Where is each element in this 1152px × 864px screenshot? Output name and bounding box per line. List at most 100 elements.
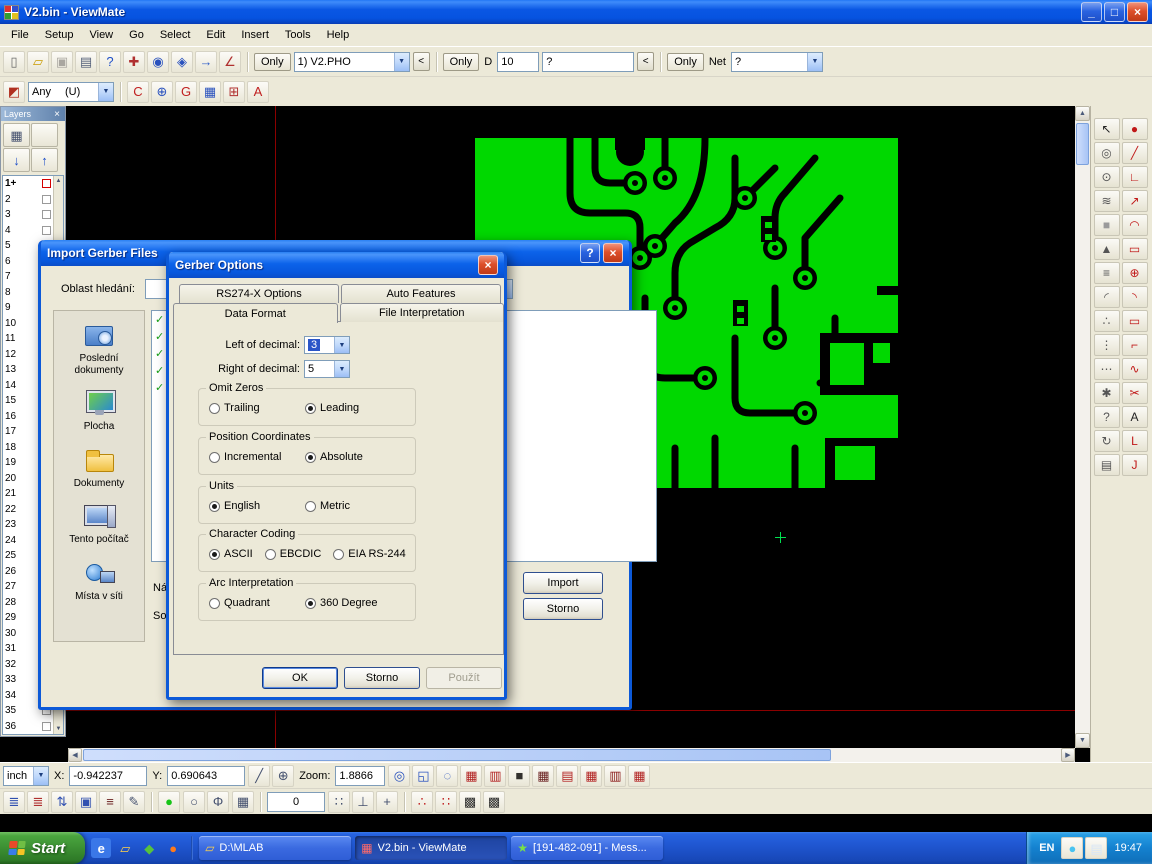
aperture-pattern-icon-3[interactable]: ▩ xyxy=(459,791,481,813)
rotate-left-icon[interactable]: ◜ xyxy=(1094,286,1120,308)
layers-edit-icon[interactable]: ✎ xyxy=(123,791,145,813)
chevron-down-icon[interactable]: ▼ xyxy=(98,83,113,101)
open-folder-icon[interactable]: ▱ xyxy=(27,51,49,73)
menu-help[interactable]: Help xyxy=(319,26,358,44)
arc-ccw-icon[interactable]: ◝ xyxy=(1122,286,1148,308)
layer-swatch[interactable] xyxy=(42,226,51,235)
layer-up-icon[interactable]: ↑ xyxy=(31,148,58,172)
tab-file-interpretation[interactable]: File Interpretation xyxy=(340,303,505,322)
set-origin-icon[interactable]: ⊕ xyxy=(272,765,294,787)
tray-input-icon[interactable]: ▤ xyxy=(1085,837,1107,859)
tab-rs274-x-options[interactable]: RS274-X Options xyxy=(179,284,339,303)
save-icon[interactable]: ▣ xyxy=(51,51,73,73)
anchor-icon-2[interactable]: + xyxy=(376,791,398,813)
radio-eia-rs-244[interactable]: EIA RS-244 xyxy=(333,548,405,560)
titlebar[interactable]: V2.bin - ViewMate _ □ × xyxy=(0,0,1152,24)
trace-stack-icon[interactable]: ≋ xyxy=(1094,190,1120,212)
import-close-button[interactable]: × xyxy=(603,243,623,263)
aperture-text-icon[interactable]: A xyxy=(247,81,269,103)
scroll-right-button[interactable]: ▶ xyxy=(1061,748,1075,762)
navigate-icon[interactable]: → xyxy=(195,51,217,73)
menu-edit[interactable]: Edit xyxy=(198,26,233,44)
stitch-tool-icon[interactable]: ⋯ xyxy=(1094,358,1120,380)
circle-target-icon[interactable]: ⊕ xyxy=(1122,262,1148,284)
select-cursor-icon[interactable]: ↖ xyxy=(1094,118,1120,140)
menu-insert[interactable]: Insert xyxy=(233,26,277,44)
layer-row[interactable]: 3 xyxy=(3,207,53,223)
close-button[interactable]: × xyxy=(1127,2,1148,22)
snap-grid-icon[interactable]: ∷ xyxy=(328,791,350,813)
language-indicator[interactable]: EN xyxy=(1039,842,1054,854)
scroll-up-button[interactable]: ▲ xyxy=(1075,106,1090,121)
notch-tool-icon[interactable]: L xyxy=(1122,430,1148,452)
layers-merge-icon[interactable]: ≡ xyxy=(99,791,121,813)
probe-icon-1[interactable]: ○ xyxy=(183,791,205,813)
scroll-down-button[interactable]: ▼ xyxy=(1075,733,1090,748)
locate-aperture-icon[interactable]: ⊕ xyxy=(151,81,173,103)
mirror-tool-icon[interactable]: ▲ xyxy=(1094,238,1120,260)
pad-grid-icon-2[interactable]: ▥ xyxy=(484,765,506,787)
radio-ascii[interactable]: ASCII xyxy=(209,548,253,560)
task-d-mlab[interactable]: ▱D:\MLAB xyxy=(199,836,351,860)
help-button[interactable]: ? xyxy=(580,243,600,263)
aperture-pattern-icon-1[interactable]: ∴ xyxy=(411,791,433,813)
horizontal-scroll-thumb[interactable] xyxy=(83,749,831,761)
layer-row[interactable]: 1+ xyxy=(3,176,53,192)
scale-tool-icon[interactable]: ∴ xyxy=(1094,310,1120,332)
redraw-icon[interactable]: ✚ xyxy=(123,51,145,73)
hook-tool-icon[interactable]: J xyxy=(1122,454,1148,476)
horizontal-scrollbar[interactable]: ◀ ▶ xyxy=(68,748,1075,762)
rect-tool-icon[interactable]: ▭ xyxy=(1122,238,1148,260)
circle-aperture-icon[interactable]: C xyxy=(127,81,149,103)
vertical-scroll-thumb[interactable] xyxy=(1076,123,1089,165)
start-button[interactable]: Start xyxy=(0,832,85,864)
radio-absolute[interactable]: Absolute xyxy=(305,451,363,463)
explorer-quicklaunch-icon[interactable]: ▱ xyxy=(115,838,135,858)
layers-copy-icon[interactable]: ▣ xyxy=(75,791,97,813)
pad-tool-icon[interactable]: ● xyxy=(1122,118,1148,140)
layers-stack-icon[interactable]: ≣ xyxy=(3,791,25,813)
units-combo[interactable]: inch ▼ xyxy=(3,766,49,786)
scroll-left-button[interactable]: ◀ xyxy=(68,748,82,762)
scroll-down-icon[interactable]: ▼ xyxy=(56,724,62,734)
task-v2-bin-viewmate[interactable]: ▦V2.bin - ViewMate xyxy=(355,836,507,860)
menu-setup[interactable]: Setup xyxy=(37,26,82,44)
layer-swatch[interactable] xyxy=(42,722,51,731)
browser-quicklaunch-icon[interactable]: ● xyxy=(163,838,183,858)
place-dokumenty[interactable]: Dokumenty xyxy=(54,436,144,493)
status-light-icon[interactable]: ● xyxy=(158,791,180,813)
radio-trailing[interactable]: Trailing xyxy=(209,402,293,414)
anchor-icon-1[interactable]: ⊥ xyxy=(352,791,374,813)
menu-file[interactable]: File xyxy=(3,26,37,44)
vector-tool-icon[interactable]: ↗ xyxy=(1122,190,1148,212)
aperture-pattern-icon-2[interactable]: ∷ xyxy=(435,791,457,813)
prev-dcode-button[interactable]: < xyxy=(637,52,654,71)
layer-swatch[interactable] xyxy=(42,179,51,188)
pad-grid-icon-1[interactable]: ▦ xyxy=(460,765,482,787)
place-posledn-dokumenty[interactable]: Poslední dokumenty xyxy=(54,311,144,379)
layer-blank-icon[interactable] xyxy=(31,123,58,147)
radio-incremental[interactable]: Incremental xyxy=(209,451,293,463)
query-tool-icon[interactable]: ? xyxy=(1094,406,1120,428)
ie-quicklaunch-icon[interactable]: e xyxy=(91,838,111,858)
radio-360-degree[interactable]: 360 Degree xyxy=(305,597,378,609)
settings-tool-icon[interactable]: ✱ xyxy=(1094,382,1120,404)
layer-swatch[interactable] xyxy=(42,210,51,219)
zoom-point-icon[interactable]: ◎ xyxy=(388,765,410,787)
net-combo[interactable]: ? ▼ xyxy=(731,52,823,72)
layers-remove-icon[interactable]: ≣ xyxy=(27,791,49,813)
zoom-out-icon[interactable]: ◌ xyxy=(436,765,458,787)
scroll-up-icon[interactable]: ▲ xyxy=(56,176,62,186)
text-tool-icon[interactable]: A xyxy=(1122,406,1148,428)
align-tool-icon[interactable]: ≡ xyxy=(1094,262,1120,284)
aperture-panel-icon[interactable]: ◩ xyxy=(3,81,25,103)
minimize-button[interactable]: _ xyxy=(1081,2,1102,22)
context-help-icon[interactable]: ? xyxy=(99,51,121,73)
place-m-sta-v-s-ti[interactable]: Místa v síti xyxy=(54,549,144,606)
tray-msg-icon[interactable]: ● xyxy=(1061,837,1083,859)
pad-grid-icon-6[interactable]: ▥ xyxy=(604,765,626,787)
place-tento-po-ta[interactable]: Tento počítač xyxy=(54,492,144,549)
menu-select[interactable]: Select xyxy=(152,26,199,44)
layers-swap-icon[interactable]: ⇅ xyxy=(51,791,73,813)
dcode-field[interactable]: 10 xyxy=(497,52,539,72)
